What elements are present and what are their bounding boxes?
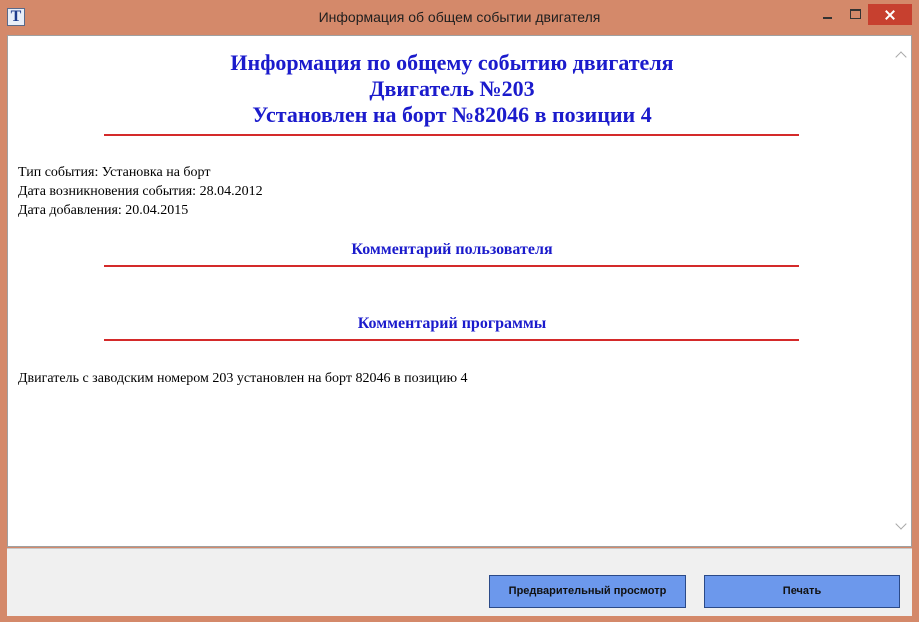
program-comment-divider (104, 339, 799, 341)
program-comment-text: Двигатель с заводским номером 203 устано… (18, 371, 468, 386)
app-window: T Информация об общем событии двигателя … (0, 0, 919, 622)
window-title: Информация об общем событии двигателя (318, 9, 601, 25)
minimize-icon[interactable] (818, 4, 836, 24)
maximize-icon[interactable] (845, 4, 865, 24)
added-date-text: Дата добавления: 20.04.2015 (18, 203, 189, 218)
button-panel: Предварительный просмотр Печать (7, 548, 912, 616)
report-title: Информация по общему событию двигателя (230, 50, 674, 75)
close-icon[interactable] (868, 4, 912, 25)
user-comment-divider (104, 265, 799, 267)
event-type-text: Тип события: Установка на борт (18, 165, 211, 180)
event-date-text: Дата возникновения события: 28.04.2012 (18, 184, 263, 199)
print-button[interactable]: Печать (704, 575, 900, 608)
print-preview-button[interactable]: Предварительный просмотр (489, 575, 686, 608)
vertical-scrollbar[interactable] (893, 36, 911, 546)
program-comment-heading: Комментарий программы (357, 315, 547, 332)
engine-number-heading: Двигатель №203 (369, 76, 535, 101)
installation-heading: Установлен на борт №82046 в позиции 4 (252, 102, 652, 127)
scroll-down-icon[interactable] (895, 518, 907, 530)
title-divider (104, 134, 799, 136)
title-bar[interactable]: T Информация об общем событии двигателя (0, 0, 919, 32)
scroll-up-icon[interactable] (895, 51, 907, 63)
user-comment-heading: Комментарий пользователя (351, 241, 553, 258)
report-view[interactable]: Информация по общему событию двигателя Д… (7, 35, 912, 547)
